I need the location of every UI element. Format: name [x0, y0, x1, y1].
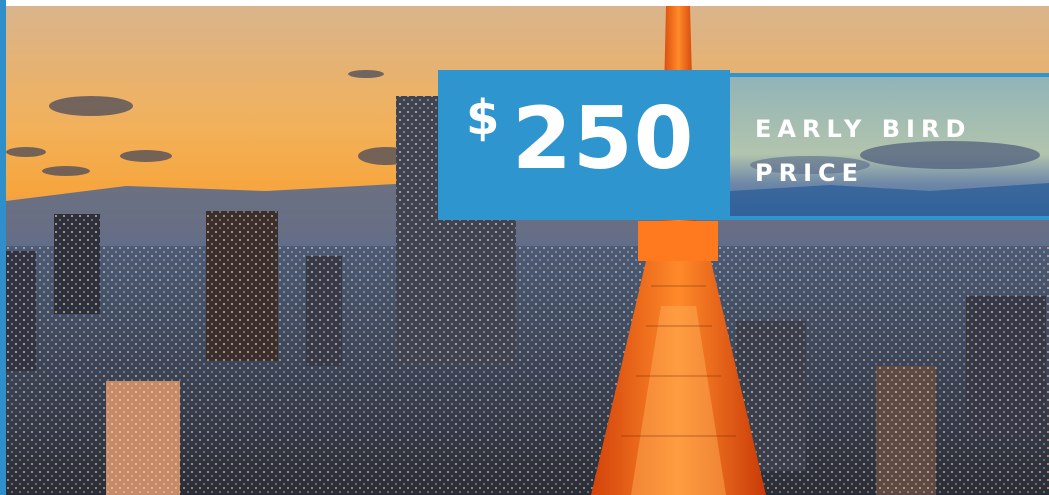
price-label-box: EARLY BIRD PRICE — [730, 73, 1049, 220]
early-bird-price-banner: $ 250 EARLY BIRD PRICE — [438, 70, 1049, 220]
price-amount: 250 — [512, 89, 695, 189]
price-currency: $ — [466, 90, 500, 146]
early-bird-label: EARLY BIRD PRICE — [755, 115, 972, 187]
price-box: $ 250 — [438, 70, 730, 220]
